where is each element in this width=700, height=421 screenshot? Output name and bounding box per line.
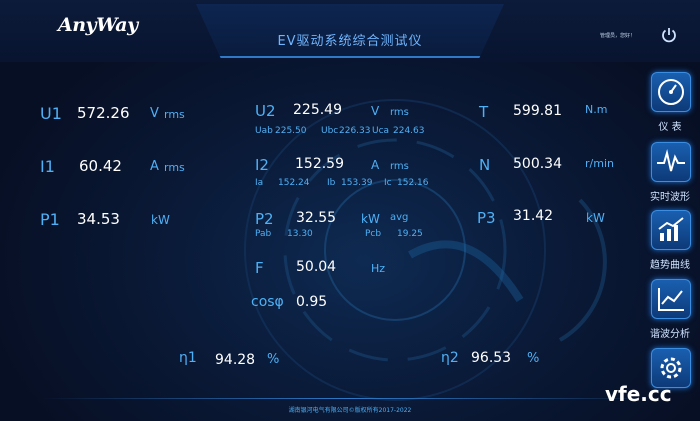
p1-value: 34.53	[77, 210, 120, 228]
watermark: vfe.cc	[605, 382, 672, 406]
u2-label: U2	[255, 102, 276, 120]
u1-value: 572.26	[77, 104, 130, 122]
p3-label: P3	[477, 209, 496, 227]
sidebar-item-realtime-waveform[interactable]: 实时波形	[647, 142, 695, 203]
i2-value: 152.59	[295, 156, 344, 172]
p1-label: P1	[40, 210, 60, 229]
f-label: F	[255, 259, 264, 277]
sidebar-item-meters[interactable]: 仪 表	[647, 72, 695, 133]
pcb-value: 19.25	[397, 229, 423, 239]
f-value: 50.04	[296, 259, 337, 275]
sidebar-label-trend-curve: 趋势曲线	[650, 260, 690, 271]
uab-value: 225.50	[275, 126, 307, 136]
pab-label: Pab	[255, 229, 272, 239]
u2-unit-rms: rms	[390, 107, 409, 118]
eta2-unit: %	[527, 351, 540, 366]
i2-label: I2	[255, 156, 269, 174]
uca-value: 224.63	[393, 126, 425, 136]
n-label: N	[479, 156, 491, 174]
eta1-label: η1	[179, 350, 197, 366]
sidebar-label-realtime-waveform: 实时波形	[650, 192, 690, 203]
i1-unit-rms: rms	[164, 161, 185, 174]
i1-label: I1	[40, 157, 55, 176]
ubc-value: 226.33	[339, 126, 371, 136]
waveform-icon	[651, 142, 691, 182]
uca-label: Uca	[372, 126, 390, 136]
p2-unit: kW	[361, 212, 380, 226]
ib-label: Ib	[327, 178, 336, 188]
p3-value: 31.42	[513, 208, 554, 224]
ic-label: Ic	[384, 178, 392, 188]
ib-value: 153.39	[341, 178, 373, 188]
sidebar-item-harmonic-analysis[interactable]: 谐波分析	[647, 279, 695, 340]
sidebar-item-trend-curve[interactable]: 趋势曲线	[647, 210, 695, 271]
ia-value: 152.24	[278, 178, 310, 188]
p1-unit: kW	[151, 213, 170, 227]
gauge-icon	[651, 72, 691, 112]
page-title: EV驱动系统综合测试仪	[277, 34, 423, 49]
p2-label: P2	[255, 210, 274, 228]
pab-value: 13.30	[287, 229, 313, 239]
i2-unit-rms: rms	[390, 161, 409, 172]
f-unit: Hz	[371, 262, 386, 275]
copyright-footer: 湖南银河电气有限公司©版权所有2017-2022	[288, 407, 412, 414]
t-unit: N.m	[585, 103, 608, 116]
uab-label: Uab	[255, 126, 273, 136]
n-unit: r/min	[585, 157, 614, 170]
u2-unit: V	[371, 104, 380, 118]
n-value: 500.34	[513, 156, 562, 172]
eta2-value: 96.53	[471, 350, 512, 366]
user-greeting: 管理员，您好！	[600, 33, 636, 39]
u1-unit-rms: rms	[164, 108, 185, 121]
footer-divider	[40, 398, 660, 399]
ic-value: 152.16	[397, 178, 429, 188]
eta1-value: 94.28	[215, 352, 256, 368]
harmonic-chart-icon	[651, 279, 691, 319]
pcb-label: Pcb	[365, 229, 382, 239]
u1-unit: V	[150, 106, 159, 121]
sidebar-label-meters: 仪 表	[658, 122, 682, 133]
p2-value: 32.55	[296, 210, 337, 226]
sidebar-label-harmonic-analysis: 谐波分析	[650, 329, 690, 340]
u1-label: U1	[40, 104, 62, 123]
t-label: T	[479, 103, 489, 121]
t-value: 599.81	[513, 103, 562, 119]
ia-label: Ia	[255, 178, 264, 188]
ubc-label: Ubc	[321, 126, 339, 136]
i2-unit: A	[371, 158, 380, 172]
p3-unit: kW	[586, 211, 605, 225]
eta1-unit: %	[267, 352, 280, 367]
cosphi-value: 0.95	[296, 294, 328, 310]
eta2-label: η2	[441, 350, 459, 366]
trend-chart-icon	[651, 210, 691, 250]
u2-value: 225.49	[293, 102, 342, 118]
i1-unit: A	[150, 159, 159, 174]
p2-unit-avg: avg	[390, 212, 409, 223]
power-icon[interactable]	[660, 26, 678, 44]
cosphi-label: cosφ	[251, 294, 284, 310]
i1-value: 60.42	[79, 157, 122, 175]
